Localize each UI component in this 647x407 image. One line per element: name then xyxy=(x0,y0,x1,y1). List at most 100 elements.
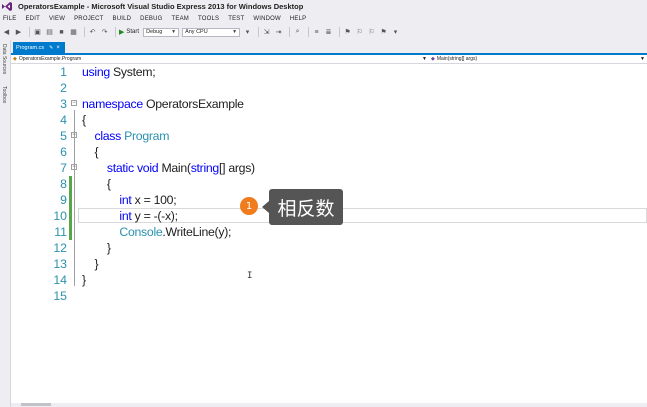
menu-item-test[interactable]: TEST xyxy=(228,16,244,22)
code-token: System; xyxy=(113,65,156,79)
step-over-icon[interactable]: ⇥ xyxy=(274,28,283,37)
code-text: static void Main(string[] args) xyxy=(82,160,255,176)
member-dropdown[interactable]: ◆ Main(string[] args) ▼ xyxy=(431,56,645,62)
menu-item-edit[interactable]: EDIT xyxy=(25,16,39,22)
prev-bookmark-icon[interactable]: ⚐ xyxy=(355,28,364,37)
toolbar-separator xyxy=(115,27,116,37)
side-tab-data-sources[interactable]: Data Sources xyxy=(1,44,7,74)
menu-item-view[interactable]: VIEW xyxy=(49,16,65,22)
code-line[interactable]: 4{ xyxy=(11,112,647,128)
code-text: } xyxy=(82,272,86,288)
type-token: Program xyxy=(124,129,170,143)
menu-item-project[interactable]: PROJECT xyxy=(74,16,103,22)
code-line[interactable]: 5− class Program xyxy=(11,128,647,144)
config-value: Debug xyxy=(146,29,163,35)
collapse-icon[interactable]: − xyxy=(71,132,77,138)
method-icon: ◆ xyxy=(431,56,435,62)
menu-item-team[interactable]: TEAM xyxy=(172,16,189,22)
side-tab-toolbox[interactable]: Toolbox xyxy=(1,86,7,103)
start-debugging-button[interactable]: ▶ Start xyxy=(119,28,139,36)
code-line[interactable]: 7− static void Main(string[] args) xyxy=(11,160,647,176)
open-file-icon[interactable]: ▤ xyxy=(45,28,54,37)
code-text: namespace OperatorsExample xyxy=(82,96,244,112)
back-icon[interactable]: ◀ xyxy=(2,28,11,37)
code-token: [] args) xyxy=(218,161,255,175)
text-cursor-icon: I xyxy=(247,271,253,281)
menu-item-build[interactable]: BUILD xyxy=(113,16,132,22)
chevron-down-icon: ▼ xyxy=(640,56,645,62)
collapse-icon[interactable]: − xyxy=(71,164,77,170)
code-editor[interactable]: 1 using System; 2 3− namespace OperatorsExam… xyxy=(11,64,647,404)
code-text: { xyxy=(82,176,111,192)
code-token: } xyxy=(82,257,99,271)
code-token: } xyxy=(82,273,86,287)
keyword-token: string xyxy=(190,161,220,175)
code-line[interactable]: 14} xyxy=(11,272,647,288)
menu-item-help[interactable]: HELP xyxy=(290,16,306,22)
pin-icon[interactable]: ✎ xyxy=(49,45,53,51)
forward-icon[interactable]: ▶ xyxy=(14,28,23,37)
scrollbar-thumb[interactable] xyxy=(21,403,51,406)
clear-bookmarks-icon[interactable]: ⚑ xyxy=(379,28,388,37)
keyword-token: namespace xyxy=(82,97,146,111)
toolbar-separator xyxy=(29,27,30,37)
code-line[interactable]: 2 xyxy=(11,80,647,96)
menu-item-file[interactable]: FILE xyxy=(3,16,16,22)
line-number: 14 xyxy=(53,273,67,287)
play-icon: ▶ xyxy=(119,29,125,36)
solution-platform-select[interactable]: Any CPU ▼ xyxy=(182,27,241,37)
code-line[interactable]: 13 } xyxy=(11,256,647,272)
type-dropdown[interactable]: ◆ OperatorsExample.Program ▼ xyxy=(13,56,427,62)
code-text: { xyxy=(82,144,98,160)
side-tool-strip: Data Sources Toolbox xyxy=(0,40,11,407)
solution-configuration-select[interactable]: Debug ▼ xyxy=(143,27,180,37)
next-bookmark-icon[interactable]: ⚐ xyxy=(367,28,376,37)
menu-item-window[interactable]: WINDOW xyxy=(253,16,281,22)
line-number: 2 xyxy=(60,81,67,95)
window-title: OperatorsExample - Microsoft Visual Stud… xyxy=(18,2,304,11)
line-number: 5 xyxy=(60,129,67,143)
keyword-token: using xyxy=(82,65,114,79)
platform-value: Any CPU xyxy=(185,29,208,35)
keyword-token: static xyxy=(82,161,137,175)
document-tab-strip: Program.cs ✎ × xyxy=(11,40,647,53)
step-into-icon[interactable]: ⇲ xyxy=(262,28,271,37)
annotation-label: 相反数 xyxy=(269,189,343,225)
class-icon: ◆ xyxy=(13,56,17,62)
redo-icon[interactable]: ↷ xyxy=(100,28,109,37)
line-number: 7 xyxy=(60,161,67,175)
new-project-icon[interactable]: ▣ xyxy=(33,28,42,37)
line-number: 10 xyxy=(53,209,67,223)
chevron-down-icon: ▼ xyxy=(171,29,177,35)
code-token: OperatorsExample xyxy=(146,97,244,111)
code-line[interactable]: 6 { xyxy=(11,144,647,160)
bookmark-icon[interactable]: ⚑ xyxy=(343,28,352,37)
save-icon[interactable]: ■ xyxy=(57,28,66,37)
annotation-pointer xyxy=(262,201,269,213)
code-line[interactable]: 3− namespace OperatorsExample xyxy=(11,96,647,112)
toolbar-separator xyxy=(258,27,260,37)
save-all-icon[interactable]: ▦ xyxy=(69,28,78,37)
code-line[interactable]: 1 using System; xyxy=(11,64,647,80)
tab-program-cs[interactable]: Program.cs ✎ × xyxy=(13,42,65,53)
line-number: 15 xyxy=(53,289,67,303)
comment-icon[interactable]: ≡ xyxy=(312,28,321,37)
horizontal-scrollbar[interactable] xyxy=(11,403,647,407)
chevron-down-icon: ▼ xyxy=(422,56,427,62)
collapse-icon[interactable]: − xyxy=(71,100,77,106)
code-line[interactable]: 15 xyxy=(11,288,647,304)
attach-icon[interactable]: ▾ xyxy=(243,28,252,37)
undo-icon[interactable]: ↶ xyxy=(88,28,97,37)
code-token: { xyxy=(82,177,111,191)
find-icon[interactable]: ⌕ xyxy=(293,28,302,37)
menu-item-debug[interactable]: DEBUG xyxy=(140,16,162,22)
keyword-token: void xyxy=(136,161,162,175)
code-token: Main( xyxy=(161,161,191,175)
uncomment-icon[interactable]: ≣ xyxy=(324,28,333,37)
menu-item-tools[interactable]: TOOLS xyxy=(198,16,219,22)
code-line[interactable]: 12 } xyxy=(11,240,647,256)
close-icon[interactable]: × xyxy=(56,45,60,51)
code-line[interactable]: 11 Console.WriteLine(y); xyxy=(11,224,647,240)
line-number: 4 xyxy=(60,113,67,127)
toolbar-overflow-icon[interactable]: ▾ xyxy=(391,28,400,37)
